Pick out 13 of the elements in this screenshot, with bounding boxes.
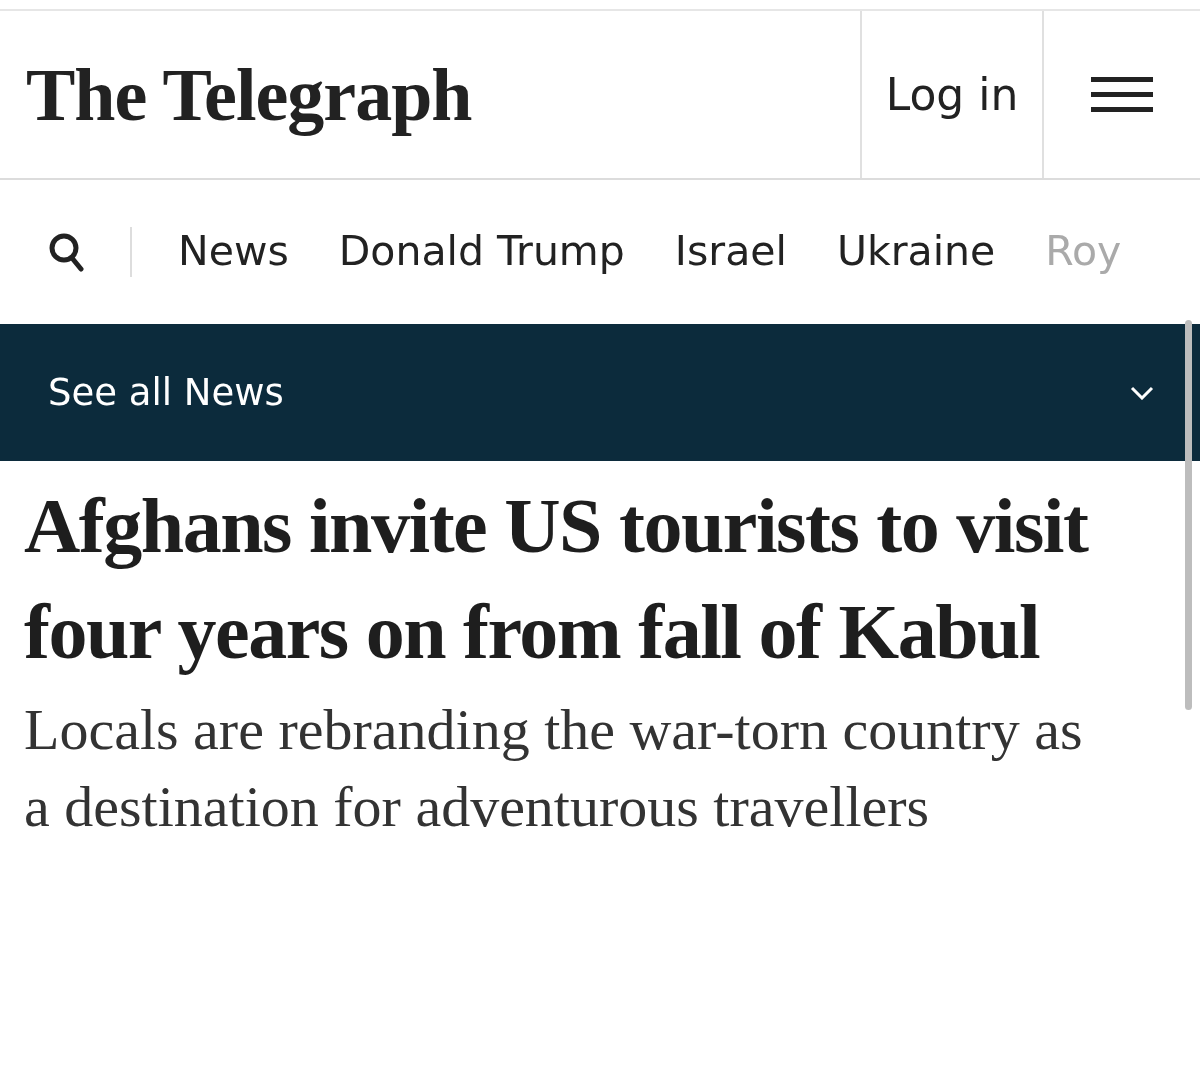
nav-link[interactable]: News	[178, 221, 289, 283]
nav-link[interactable]: Israel	[674, 221, 787, 283]
headline: Afghans invite US tourists to visit four years on from fall of Kabul	[24, 481, 1090, 677]
scrollbar[interactable]	[1185, 320, 1192, 710]
search-icon[interactable]	[48, 232, 84, 272]
login-link[interactable]: Log in	[860, 11, 1044, 178]
nav-link[interactable]: Donald Trump	[338, 221, 625, 283]
standfirst: Locals are rebranding the war-torn country as a destination for adventurous travellers	[24, 696, 1084, 841]
section-label: See all News	[48, 369, 284, 416]
nav-link[interactable]: Ukraine	[836, 221, 996, 283]
site-logo[interactable]: The Telegraph	[0, 53, 472, 136]
section-bar[interactable]: See all News	[0, 324, 1200, 461]
chevron-icon[interactable]	[1130, 385, 1154, 400]
